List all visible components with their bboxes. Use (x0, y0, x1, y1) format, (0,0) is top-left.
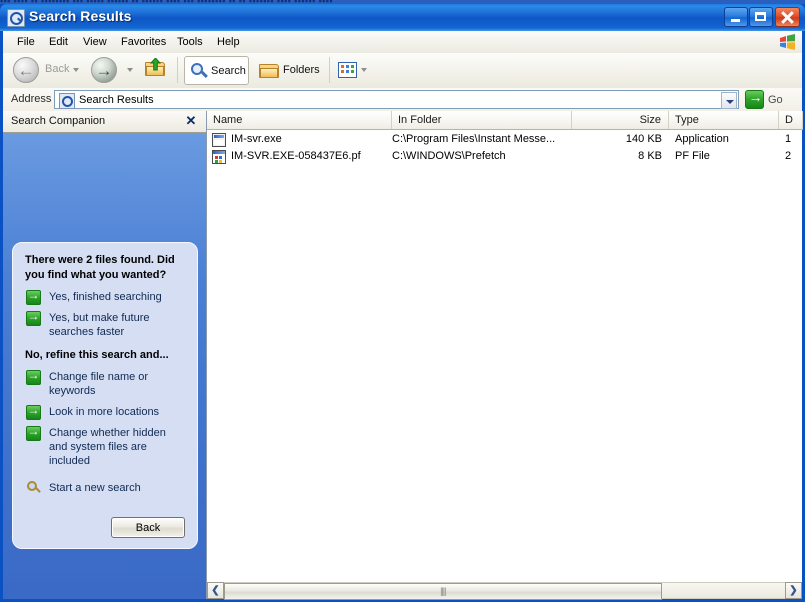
magnifier-icon (191, 63, 207, 79)
views-button[interactable] (336, 56, 372, 85)
close-icon[interactable]: ✕ (184, 114, 198, 128)
back-button[interactable]: ← (13, 57, 39, 83)
column-header-type[interactable]: Type (669, 111, 779, 129)
option-label: Yes, but make future searches faster (49, 312, 150, 338)
address-dropdown-button[interactable] (721, 92, 737, 109)
table-row[interactable]: IM-svr.exe C:\Program Files\Instant Mess… (207, 132, 803, 148)
statusbar-filler (3, 582, 206, 599)
toolbar-separator-1 (177, 57, 178, 83)
back-arrow-icon: ← (14, 58, 38, 82)
cell-date: 2 (785, 150, 791, 162)
window-client-area: File Edit View Favorites Tools Help ← Ba… (3, 31, 802, 599)
option-label: Change whether hidden and system files a… (49, 427, 166, 467)
bubble-heading-refine: No, refine this search and... (25, 348, 185, 363)
scrollbar-track[interactable] (224, 582, 785, 599)
results-column-headers: Name In Folder Size Type D (207, 111, 803, 130)
folders-button[interactable]: Folders (253, 56, 325, 85)
cell-folder: C:\WINDOWS\Prefetch (392, 150, 506, 162)
table-row[interactable]: IM-SVR.EXE-058437E6.pf C:\WINDOWS\Prefet… (207, 149, 803, 165)
cell-date: 1 (785, 133, 791, 145)
option-label: Start a new search (49, 482, 141, 494)
menu-tools[interactable]: Tools (171, 35, 209, 49)
address-value: Search Results (79, 94, 154, 106)
titlebar[interactable]: Search Results (0, 4, 805, 31)
green-arrow-icon (26, 426, 41, 441)
option-start-new-search[interactable]: Start a new search (25, 481, 185, 495)
address-label: Address (11, 93, 51, 105)
option-yes-faster[interactable]: Yes, but make future searches faster (25, 311, 185, 339)
magnifier-icon (27, 481, 41, 495)
option-label: Look in more locations (49, 406, 159, 418)
minimize-button[interactable] (724, 7, 748, 27)
toolbar: ← Back → Sear (3, 53, 802, 89)
application-file-icon (212, 133, 226, 147)
option-yes-finished[interactable]: Yes, finished searching (25, 290, 185, 304)
menu-view[interactable]: View (77, 35, 113, 49)
folders-button-label: Folders (283, 64, 320, 76)
maximize-button[interactable] (749, 7, 773, 27)
back-label: Back (45, 63, 69, 75)
scroll-left-icon[interactable]: ❮ (207, 582, 224, 599)
green-arrow-icon (26, 290, 41, 305)
back-history-caret[interactable] (73, 68, 79, 72)
option-change-filename[interactable]: Change file name or keywords (25, 370, 185, 398)
prefetch-file-icon (212, 150, 226, 164)
horizontal-scrollbar[interactable]: ❮ ❯ (206, 582, 802, 599)
cell-type: PF File (675, 150, 710, 162)
cell-name: IM-SVR.EXE-058437E6.pf (231, 150, 361, 162)
cell-type: Application (675, 133, 729, 145)
search-companion-bubble: There were 2 files found. Did you find w… (12, 242, 198, 549)
toolbar-separator-2 (329, 57, 330, 83)
views-chevron-down-icon[interactable] (361, 68, 367, 72)
addressbar: Address Search Results Go (3, 88, 802, 112)
option-label: Change file name or keywords (49, 371, 148, 397)
scrollbar-thumb[interactable] (224, 583, 662, 600)
search-companion-header: Search Companion ✕ (3, 111, 206, 133)
back-button-companion[interactable]: Back (111, 517, 185, 538)
search-results-window: Search Results File Edit View Favorites … (0, 4, 805, 602)
menu-file[interactable]: File (11, 35, 41, 49)
search-results-icon (59, 93, 75, 109)
go-arrow-icon (745, 90, 764, 109)
option-look-more-locations[interactable]: Look in more locations (25, 405, 185, 419)
window-title: Search Results (29, 8, 132, 24)
column-header-name[interactable]: Name (207, 111, 392, 129)
scroll-right-icon[interactable]: ❯ (785, 582, 802, 599)
search-button-label: Search (211, 65, 246, 77)
search-companion-pane: Search Companion ✕ There were 2 files fo… (3, 111, 206, 599)
cell-size: 140 KB (572, 133, 662, 145)
address-input[interactable]: Search Results (54, 90, 739, 109)
menubar: File Edit View Favorites Tools Help (3, 31, 802, 54)
bubble-heading: There were 2 files found. Did you find w… (25, 253, 185, 283)
menu-edit[interactable]: Edit (43, 35, 74, 49)
windows-flag-icon (779, 34, 796, 50)
folders-icon (259, 63, 279, 79)
cell-size: 8 KB (572, 150, 662, 162)
column-header-size[interactable]: Size (572, 111, 669, 129)
search-companion-title: Search Companion (11, 115, 105, 127)
menu-favorites[interactable]: Favorites (115, 35, 172, 49)
forward-history-caret[interactable] (127, 68, 133, 72)
close-button[interactable] (775, 7, 800, 27)
search-button[interactable]: Search (184, 56, 249, 85)
green-arrow-icon (26, 370, 41, 385)
option-label: Yes, finished searching (49, 291, 162, 303)
bubble-tail (63, 243, 87, 257)
green-arrow-icon (26, 311, 41, 326)
cell-name: IM-svr.exe (231, 133, 282, 145)
cell-folder: C:\Program Files\Instant Messe... (392, 133, 555, 145)
forward-arrow-icon: → (92, 58, 116, 82)
content-area: Search Companion ✕ There were 2 files fo… (3, 111, 802, 599)
menu-help[interactable]: Help (211, 35, 246, 49)
column-header-date-modified[interactable]: D (779, 111, 803, 129)
forward-button[interactable]: → (91, 57, 117, 83)
results-list: Name In Folder Size Type D IM-svr.exe C:… (206, 111, 802, 599)
search-results-icon (7, 9, 25, 27)
option-hidden-system-files[interactable]: Change whether hidden and system files a… (25, 426, 185, 468)
column-header-in-folder[interactable]: In Folder (392, 111, 572, 129)
go-label: Go (768, 94, 783, 106)
views-icon (338, 62, 357, 78)
green-arrow-icon (26, 405, 41, 420)
